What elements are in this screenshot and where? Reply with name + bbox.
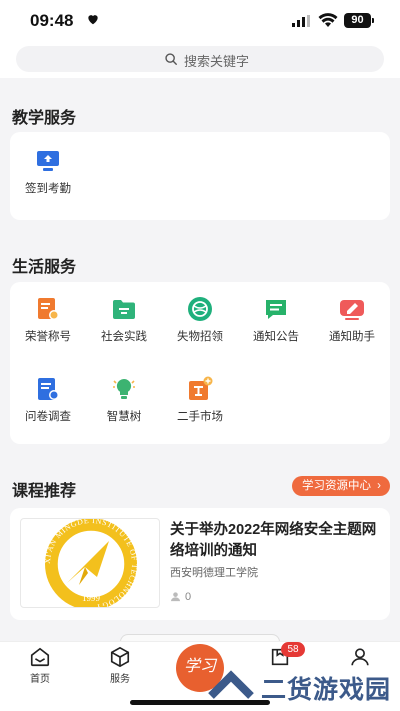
grid-item-label: 失物招领 — [177, 331, 223, 343]
user-icon — [170, 592, 181, 602]
notice-icon — [266, 300, 286, 319]
notify-assistant-icon — [340, 300, 364, 320]
logo-year: 1999 — [82, 593, 101, 603]
grid-item-label: 通知助手 — [329, 331, 375, 343]
watermark-text: 二货游戏园 — [261, 676, 392, 704]
course-recommend-title: 课程推荐 — [12, 483, 77, 500]
wifi-icon — [318, 13, 338, 27]
life-services-title: 生活服务 — [12, 259, 77, 276]
search-input[interactable]: 搜索关键字 — [16, 46, 384, 72]
grid-item-attendance[interactable]: 签到考勤 — [13, 148, 83, 196]
search-icon — [165, 53, 177, 65]
grid-item-honor[interactable]: 荣誉称号 — [13, 296, 83, 344]
grid-item-notice[interactable]: 通知公告 — [241, 296, 311, 344]
course-organization: 西安明德理工学院 — [170, 567, 258, 579]
search-bar: 搜索关键字 — [0, 42, 400, 78]
tab-services[interactable]: 服务 — [90, 646, 150, 685]
course-title: 关于举办2022年网络安全主题网络培训的通知 — [170, 522, 377, 559]
course-views: 0 — [170, 591, 191, 603]
grid-item-lost-found[interactable]: 失物招领 — [165, 296, 235, 344]
watermark: 二货游戏园 — [205, 666, 400, 706]
grid-item-label: 社会实践 — [101, 331, 147, 343]
profile-icon — [351, 648, 369, 666]
signal-icon — [292, 15, 310, 27]
grid-item-label: 通知公告 — [253, 331, 299, 343]
grid-item-label: 问卷调查 — [25, 411, 71, 423]
second-hand-market-icon — [189, 376, 213, 400]
status-time: 09:48 — [30, 11, 74, 30]
grid-item-label: 荣誉称号 — [25, 331, 71, 343]
tab-label: 首页 — [30, 674, 50, 685]
tab-profile[interactable] — [330, 646, 390, 668]
search-placeholder: 搜索关键字 — [184, 54, 250, 69]
grid-item-notify-assistant[interactable]: 通知助手 — [317, 296, 387, 344]
resource-center-button[interactable]: 学习资源中心 › — [292, 476, 390, 496]
grid-item-second-hand[interactable]: 二手市场 — [165, 376, 235, 424]
school-logo-icon: XI'AN MINGDE INSTITUTE OF TECHNOLOGY 199… — [43, 519, 138, 607]
battery-tip — [372, 18, 374, 23]
lost-found-icon — [188, 297, 212, 321]
grid-item-survey[interactable]: 问卷调查 — [13, 376, 83, 424]
watermark-chevron-icon — [208, 670, 254, 699]
grid-item-label: 智慧树 — [106, 411, 142, 423]
services-cube-icon — [110, 646, 130, 668]
grid-item-practice[interactable]: 社会实践 — [89, 296, 159, 344]
home-icon — [30, 647, 50, 667]
teaching-services-card: 签到考勤 — [10, 132, 390, 220]
tab-label: 服务 — [110, 674, 130, 685]
battery-icon: 90 — [344, 13, 371, 28]
tab-home[interactable]: 首页 — [10, 646, 70, 685]
resource-center-label: 学习资源中心 — [302, 480, 371, 492]
teaching-services-title: 教学服务 — [12, 110, 77, 127]
survey-icon — [38, 378, 59, 400]
message-badge: 58 — [281, 642, 305, 657]
course-views-count: 0 — [185, 591, 192, 603]
grid-item-wisdom-tree[interactable]: 智慧树 — [89, 376, 159, 424]
honor-icon — [38, 298, 59, 320]
wisdom-tree-icon — [113, 378, 135, 399]
status-bar: 09:48 90 — [0, 0, 400, 42]
course-thumbnail: XI'AN MINGDE INSTITUTE OF TECHNOLOGY 199… — [20, 518, 160, 608]
grid-item-label: 二手市场 — [177, 411, 223, 423]
practice-folder-icon — [113, 300, 135, 319]
grid-item-label: 签到考勤 — [25, 183, 71, 195]
life-services-card: 荣誉称号 社会实践 失物招领 通知公告 通知助手 问卷调查 智慧树 二手市场 — [10, 282, 390, 444]
heart-icon — [88, 15, 98, 25]
chevron-right-icon: › — [377, 480, 381, 492]
attendance-icon — [37, 151, 59, 171]
